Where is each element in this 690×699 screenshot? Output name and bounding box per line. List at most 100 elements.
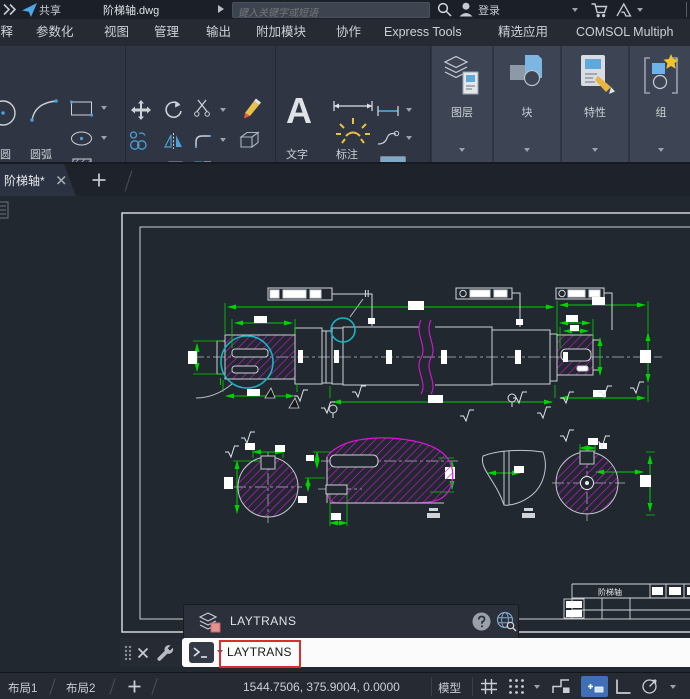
drag-handle-icon[interactable] <box>124 645 132 661</box>
mirror-icon[interactable] <box>164 131 184 150</box>
arc-tool-icon[interactable] <box>30 98 58 124</box>
copy-icon[interactable] <box>129 131 149 150</box>
ortho-icon[interactable] <box>614 678 632 695</box>
panel-block[interactable]: 块 <box>494 46 560 164</box>
chevron-down-icon[interactable] <box>220 138 226 142</box>
trim-scissors-icon[interactable] <box>194 99 211 117</box>
erase-pencil-icon[interactable] <box>240 97 263 120</box>
dimension-icon[interactable] <box>331 100 375 144</box>
ellipse-tool-icon[interactable] <box>70 130 94 147</box>
block-icon <box>508 53 546 97</box>
collapse-chevrons-icon[interactable] <box>3 3 17 16</box>
signin-label[interactable]: 登录 <box>478 2 500 18</box>
panel-label-block[interactable]: 块 <box>494 104 560 120</box>
search-box[interactable] <box>232 2 430 18</box>
chevron-down-icon[interactable] <box>572 8 578 12</box>
rectangle-tool-icon[interactable] <box>70 100 94 118</box>
chevron-down-icon[interactable] <box>658 148 664 152</box>
command-suggestion-tooltip[interactable]: LAYTRANS <box>183 604 519 640</box>
panel-group[interactable]: 组 <box>630 46 690 164</box>
arc-tool-label[interactable]: 圆弧 <box>30 146 52 162</box>
leader-icon[interactable] <box>376 130 400 146</box>
share-label[interactable]: 共享 <box>39 2 61 18</box>
chevron-down-icon[interactable] <box>459 148 465 152</box>
move-icon[interactable] <box>131 100 151 120</box>
file-tab-bar: 阶梯轴* <box>0 164 690 196</box>
panel-divider <box>430 46 431 164</box>
section-view-right <box>556 451 618 514</box>
grid-icon[interactable] <box>480 678 498 695</box>
step-snap-icon[interactable] <box>552 678 571 695</box>
detail-view-wedge <box>482 450 545 518</box>
drawing-canvas[interactable]: 阶梯轴 <box>0 196 690 672</box>
linear-dim-icon[interactable] <box>376 104 400 118</box>
status-separator <box>472 677 473 696</box>
panel-label-layers[interactable]: 图层 <box>432 104 492 120</box>
coordinates-display[interactable]: 1544.7506, 375.9004, 0.0000 <box>243 680 400 694</box>
chevron-down-icon[interactable] <box>101 106 107 110</box>
panel-label-group[interactable]: 组 <box>630 104 690 120</box>
tab-parametric[interactable]: 参数化 <box>36 19 74 46</box>
globe-search-icon[interactable] <box>496 611 517 632</box>
close-icon[interactable] <box>137 647 149 659</box>
sheet-border <box>122 213 690 632</box>
fillet-icon[interactable] <box>194 132 212 149</box>
chevron-down-icon[interactable] <box>101 136 107 140</box>
panel-layers[interactable]: 图层 <box>432 46 492 164</box>
tab-collaborate[interactable]: 协作 <box>336 19 361 46</box>
chevron-down-icon[interactable] <box>592 148 598 152</box>
circle-tool-label[interactable]: 圆 <box>0 146 11 162</box>
ribbon-tab-bar: 注释 参数化 视图 管理 输出 附加模块 协作 Express Tools 精选… <box>0 19 690 46</box>
new-layout-plus-icon[interactable] <box>128 680 141 693</box>
tab-express-tools[interactable]: Express Tools <box>384 19 462 46</box>
cart-icon[interactable] <box>591 2 608 18</box>
tab-featured-apps[interactable]: 精选应用 <box>498 19 548 46</box>
chevron-down-icon[interactable] <box>406 108 412 112</box>
wrench-icon[interactable] <box>156 644 174 662</box>
chevron-down-icon[interactable] <box>670 685 676 689</box>
tab-manage[interactable]: 管理 <box>154 19 179 46</box>
tab-addins[interactable]: 附加模块 <box>256 19 306 46</box>
tab-output[interactable]: 输出 <box>206 19 231 46</box>
tab-view[interactable]: 视图 <box>104 19 129 46</box>
search-icon[interactable] <box>437 2 452 17</box>
chevron-down-icon[interactable] <box>534 685 540 689</box>
panel-properties[interactable]: 特性 <box>562 46 628 164</box>
box-3d-icon[interactable] <box>239 130 261 150</box>
panel-label-properties[interactable]: 特性 <box>562 104 628 120</box>
help-icon[interactable] <box>472 612 491 631</box>
snap-icon[interactable] <box>508 678 525 695</box>
titleblock-title: 阶梯轴 <box>598 587 622 597</box>
chevron-down-icon[interactable] <box>406 136 412 140</box>
flyout-arrow-icon[interactable] <box>218 5 224 13</box>
text-tool-label[interactable]: 文字 <box>286 146 308 162</box>
close-icon[interactable] <box>56 175 67 186</box>
polar-tracking-icon[interactable] <box>641 677 660 695</box>
layout1-tab[interactable]: 布局1 <box>8 680 37 696</box>
text-icon[interactable]: A <box>286 90 312 132</box>
status-bar: 布局1 布局2 1544.7506, 375.9004, 0.0000 模型 <box>0 672 690 699</box>
user-icon[interactable] <box>459 2 473 17</box>
layout-separator <box>151 678 157 694</box>
new-tab-plus-icon[interactable] <box>92 173 106 187</box>
tab-comsol[interactable]: COMSOL Multiph <box>576 19 673 46</box>
dynamic-input-button[interactable] <box>581 676 608 697</box>
chevron-down-icon[interactable] <box>524 148 530 152</box>
command-prompt-icon[interactable] <box>189 642 214 663</box>
autodesk-triangle-icon[interactable] <box>616 2 632 17</box>
layers-icon <box>443 53 481 97</box>
rotate-icon[interactable] <box>163 100 183 120</box>
model-space-button[interactable]: 模型 <box>438 680 461 696</box>
layout2-tab[interactable]: 布局2 <box>66 680 95 696</box>
tab-annotate[interactable]: 注释 <box>0 19 13 46</box>
circle-tool-icon[interactable] <box>0 98 18 128</box>
chevron-down-icon[interactable] <box>637 8 643 12</box>
command-input-field[interactable]: LAYTRANS <box>182 638 690 667</box>
chevron-down-icon[interactable] <box>220 108 226 112</box>
group-icon <box>642 53 682 97</box>
share-plane-icon[interactable] <box>21 2 38 18</box>
dimension-tool-label[interactable]: 标注 <box>336 146 358 162</box>
autocad-window: 共享 阶梯轴.dwg 登录 注释 参数化 视图 管理 输出 附加模块 协作 Ex… <box>0 0 690 699</box>
command-line-dock: LAYTRANS <box>120 638 690 668</box>
tolerance-frames <box>268 288 612 330</box>
